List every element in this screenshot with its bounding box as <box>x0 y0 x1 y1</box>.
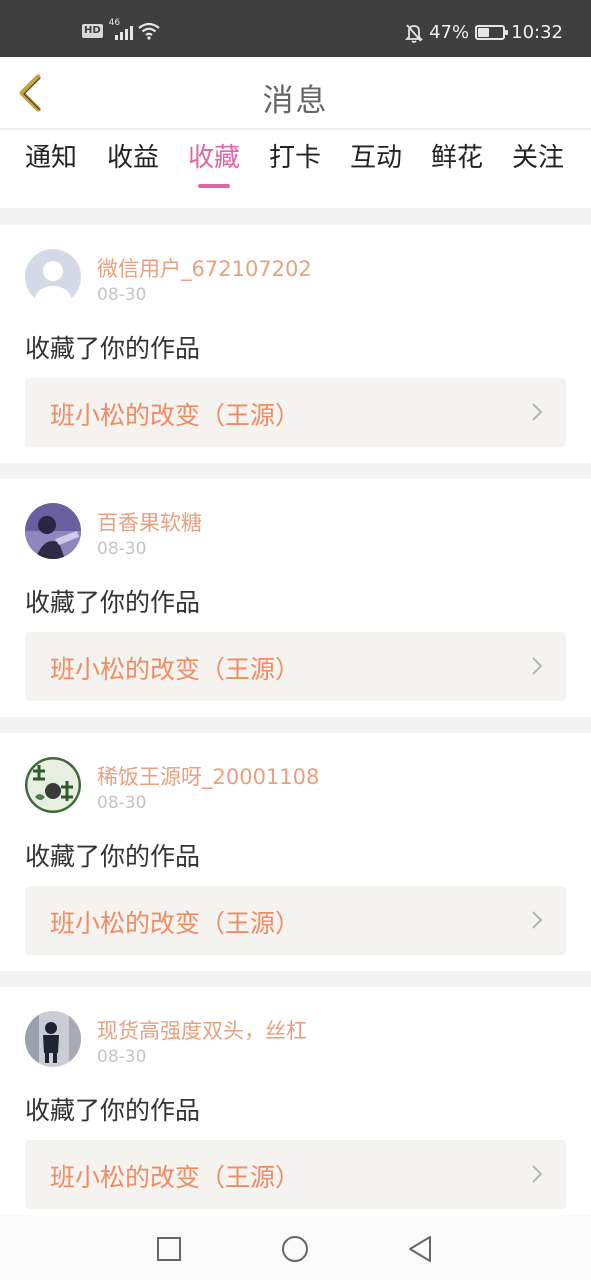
message-card: 微信用户_672107202 08-30 收藏了你的作品 班小松的改变（王源） <box>0 225 591 463</box>
action-text: 收藏了你的作品 <box>25 842 201 871</box>
tab-earnings[interactable]: 收益 <box>93 140 173 196</box>
clock: 10:32 <box>511 22 563 43</box>
work-title: 班小松的改变（王源） <box>50 1163 301 1192</box>
timestamp: 08-30 <box>97 1047 147 1067</box>
tab-label: 关注 <box>511 143 564 173</box>
chevron-right-icon <box>532 911 543 929</box>
battery-icon <box>475 25 509 40</box>
hd-badge: HD <box>82 24 103 38</box>
system-nav-bar <box>0 1215 591 1280</box>
photo-avatar-icon <box>25 757 81 813</box>
action-text: 收藏了你的作品 <box>25 334 201 363</box>
tab-favorites[interactable]: 收藏 <box>174 140 254 196</box>
avatar[interactable] <box>25 503 81 559</box>
username[interactable]: 微信用户_672107202 <box>97 253 312 283</box>
chevron-right-icon <box>532 403 543 421</box>
circle-icon <box>282 1236 308 1262</box>
square-icon <box>157 1237 181 1261</box>
tab-interaction[interactable]: 互动 <box>336 140 416 196</box>
message-card: 稀饭王源呀_20001108 08-30 收藏了你的作品 班小松的改变（王源） <box>0 733 591 971</box>
chevron-right-icon <box>532 1165 543 1183</box>
default-avatar-icon <box>25 249 81 305</box>
chevron-right-icon <box>532 657 543 675</box>
tab-follow[interactable]: 关注 <box>498 140 578 196</box>
timestamp: 08-30 <box>97 285 147 305</box>
tab-checkin[interactable]: 打卡 <box>255 140 335 196</box>
timestamp: 08-30 <box>97 793 147 813</box>
message-list: 微信用户_672107202 08-30 收藏了你的作品 班小松的改变（王源） <box>0 208 591 1215</box>
status-bar: HD 46 47% 10:32 <box>0 0 591 57</box>
battery-percent: 47% <box>429 22 470 43</box>
photo-avatar-icon <box>25 1011 81 1067</box>
photo-avatar-icon <box>25 503 81 559</box>
status-left: HD 46 <box>82 18 161 40</box>
app-screen: HD 46 47% 10:32 消息 通知 收益 收藏 打卡 互动 鲜花 关注 … <box>0 0 591 1280</box>
work-title: 班小松的改变（王源） <box>50 401 301 430</box>
work-link[interactable]: 班小松的改变（王源） <box>25 1140 566 1209</box>
username[interactable]: 百香果软糖 <box>97 507 202 537</box>
username[interactable]: 稀饭王源呀_20001108 <box>97 761 319 791</box>
work-link[interactable]: 班小松的改变（王源） <box>25 632 566 701</box>
home-button[interactable] <box>279 1233 311 1265</box>
bell-off-icon <box>405 23 424 43</box>
status-right: 47% 10:32 <box>405 22 563 43</box>
work-link[interactable]: 班小松的改变（王源） <box>25 886 566 955</box>
avatar[interactable] <box>25 757 81 813</box>
active-tab-indicator <box>198 184 230 188</box>
tab-bar: 通知 收益 收藏 打卡 互动 鲜花 关注 <box>0 130 591 208</box>
timestamp: 08-30 <box>97 539 147 559</box>
system-back-button[interactable] <box>404 1233 436 1265</box>
header-bar: 消息 <box>0 57 591 129</box>
work-title: 班小松的改变（王源） <box>50 909 301 938</box>
avatar[interactable] <box>25 1011 81 1067</box>
action-text: 收藏了你的作品 <box>25 1096 201 1125</box>
message-card: 百香果软糖 08-30 收藏了你的作品 班小松的改变（王源） <box>0 479 591 717</box>
username[interactable]: 现货高强度双头，丝杠 <box>97 1015 307 1045</box>
tab-notify[interactable]: 通知 <box>11 140 91 196</box>
page-title: 消息 <box>262 83 329 119</box>
tab-flowers[interactable]: 鲜花 <box>417 140 497 196</box>
tab-label: 收藏 <box>187 143 240 173</box>
message-card: 现货高强度双头，丝杠 08-30 收藏了你的作品 班小松的改变（王源） <box>0 987 591 1215</box>
wifi-icon <box>137 22 160 40</box>
triangle-back-icon <box>409 1236 431 1262</box>
action-text: 收藏了你的作品 <box>25 588 201 617</box>
work-title: 班小松的改变（王源） <box>50 655 301 684</box>
tab-label: 鲜花 <box>430 143 483 173</box>
work-link[interactable]: 班小松的改变（王源） <box>25 378 566 447</box>
recents-button[interactable] <box>153 1233 185 1265</box>
battery-level <box>478 28 490 37</box>
tab-label: 收益 <box>106 143 159 173</box>
tab-label: 互动 <box>349 143 402 173</box>
tab-label: 通知 <box>24 143 77 173</box>
avatar[interactable] <box>25 249 81 305</box>
tab-label: 打卡 <box>268 143 321 173</box>
cellular-signal-icon: 46 <box>109 18 133 40</box>
